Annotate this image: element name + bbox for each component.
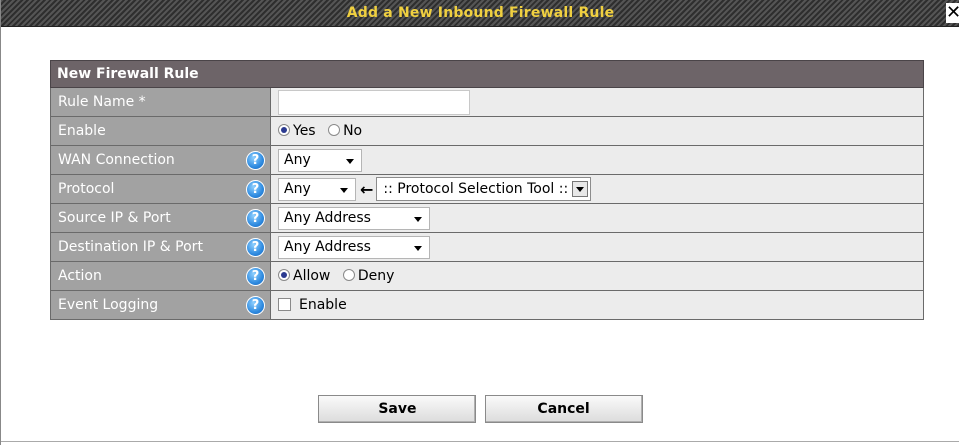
- help-icon[interactable]: ?: [246, 238, 265, 257]
- destination-value: Any Address: [284, 238, 371, 255]
- table-header: New Firewall Rule: [50, 60, 924, 88]
- cancel-button[interactable]: Cancel: [484, 395, 643, 423]
- dialog-buttons: Save Cancel: [1, 395, 959, 423]
- destination-ip-port-label: Destination IP & Port: [58, 239, 203, 255]
- save-button[interactable]: Save: [318, 395, 477, 423]
- enable-yes-radio[interactable]: [278, 124, 290, 136]
- row-event-logging: Event Logging? Enable: [50, 290, 924, 320]
- help-icon[interactable]: ?: [246, 209, 265, 228]
- event-logging-checkbox-label: Enable: [299, 297, 347, 313]
- chevron-down-icon: [414, 245, 422, 251]
- divider: [1, 441, 959, 442]
- source-value: Any Address: [284, 209, 371, 226]
- row-rule-name: Rule Name *: [50, 87, 924, 117]
- destination-ip-port-select[interactable]: Any Address: [278, 235, 430, 259]
- help-icon[interactable]: ?: [246, 151, 265, 170]
- enable-label: Enable: [50, 116, 271, 146]
- help-icon[interactable]: ?: [246, 296, 265, 315]
- protocol-value: Any: [284, 180, 311, 197]
- action-deny-radio[interactable]: [342, 269, 355, 281]
- help-icon[interactable]: ?: [246, 180, 265, 199]
- source-ip-port-select[interactable]: Any Address: [278, 206, 430, 230]
- enable-no-option[interactable]: No: [328, 123, 362, 139]
- protocol-tool-text: :: Protocol Selection Tool ::: [383, 181, 569, 197]
- action-allow-text: Allow: [293, 268, 331, 284]
- action-label: Action: [58, 268, 102, 284]
- chevron-down-icon: [340, 187, 348, 193]
- row-wan-connection: WAN Connection? Any: [50, 145, 924, 175]
- dialog-title: Add a New Inbound Firewall Rule: [346, 5, 615, 21]
- help-icon[interactable]: ?: [246, 267, 265, 286]
- chevron-down-icon: [414, 216, 422, 222]
- row-source: Source IP & Port? Any Address: [50, 203, 924, 233]
- firewall-rule-dialog: Add a New Inbound Firewall Rule ✕ New Fi…: [0, 0, 959, 445]
- action-deny-option[interactable]: Deny: [342, 268, 395, 284]
- protocol-select[interactable]: Any: [278, 177, 356, 201]
- action-allow-radio[interactable]: [278, 269, 290, 281]
- dialog-titlebar[interactable]: Add a New Inbound Firewall Rule ✕: [1, 0, 959, 27]
- close-icon[interactable]: ✕: [946, 3, 959, 23]
- rule-name-label: Rule Name *: [50, 87, 271, 117]
- chevron-down-icon: [346, 158, 354, 164]
- rule-name-input[interactable]: [278, 89, 470, 115]
- protocol-selection-tool[interactable]: :: Protocol Selection Tool ::: [376, 177, 592, 201]
- event-logging-label: Event Logging: [58, 297, 159, 313]
- chevron-down-icon[interactable]: [572, 181, 589, 197]
- protocol-label: Protocol: [58, 181, 115, 197]
- firewall-rule-table: New Firewall Rule Rule Name * Enable Yes…: [50, 60, 924, 320]
- action-deny-text: Deny: [357, 268, 395, 284]
- enable-no-radio[interactable]: [328, 124, 341, 136]
- enable-no-text: No: [343, 123, 363, 139]
- row-enable: Enable Yes No: [50, 116, 924, 146]
- wan-connection-value: Any: [284, 151, 311, 168]
- row-action: Action? Allow Deny: [50, 261, 924, 291]
- source-ip-port-label: Source IP & Port: [58, 210, 171, 226]
- arrow-left-icon: ←: [360, 179, 374, 199]
- enable-yes-option[interactable]: Yes: [278, 123, 316, 139]
- action-allow-option[interactable]: Allow: [278, 268, 330, 284]
- row-protocol: Protocol? Any ←:: Protocol Selection Tool…: [50, 174, 924, 204]
- row-destination: Destination IP & Port? Any Address: [50, 232, 924, 262]
- event-logging-checkbox[interactable]: [278, 298, 291, 311]
- enable-yes-text: Yes: [293, 123, 316, 139]
- wan-connection-select[interactable]: Any: [278, 148, 362, 172]
- wan-connection-label: WAN Connection: [58, 152, 175, 168]
